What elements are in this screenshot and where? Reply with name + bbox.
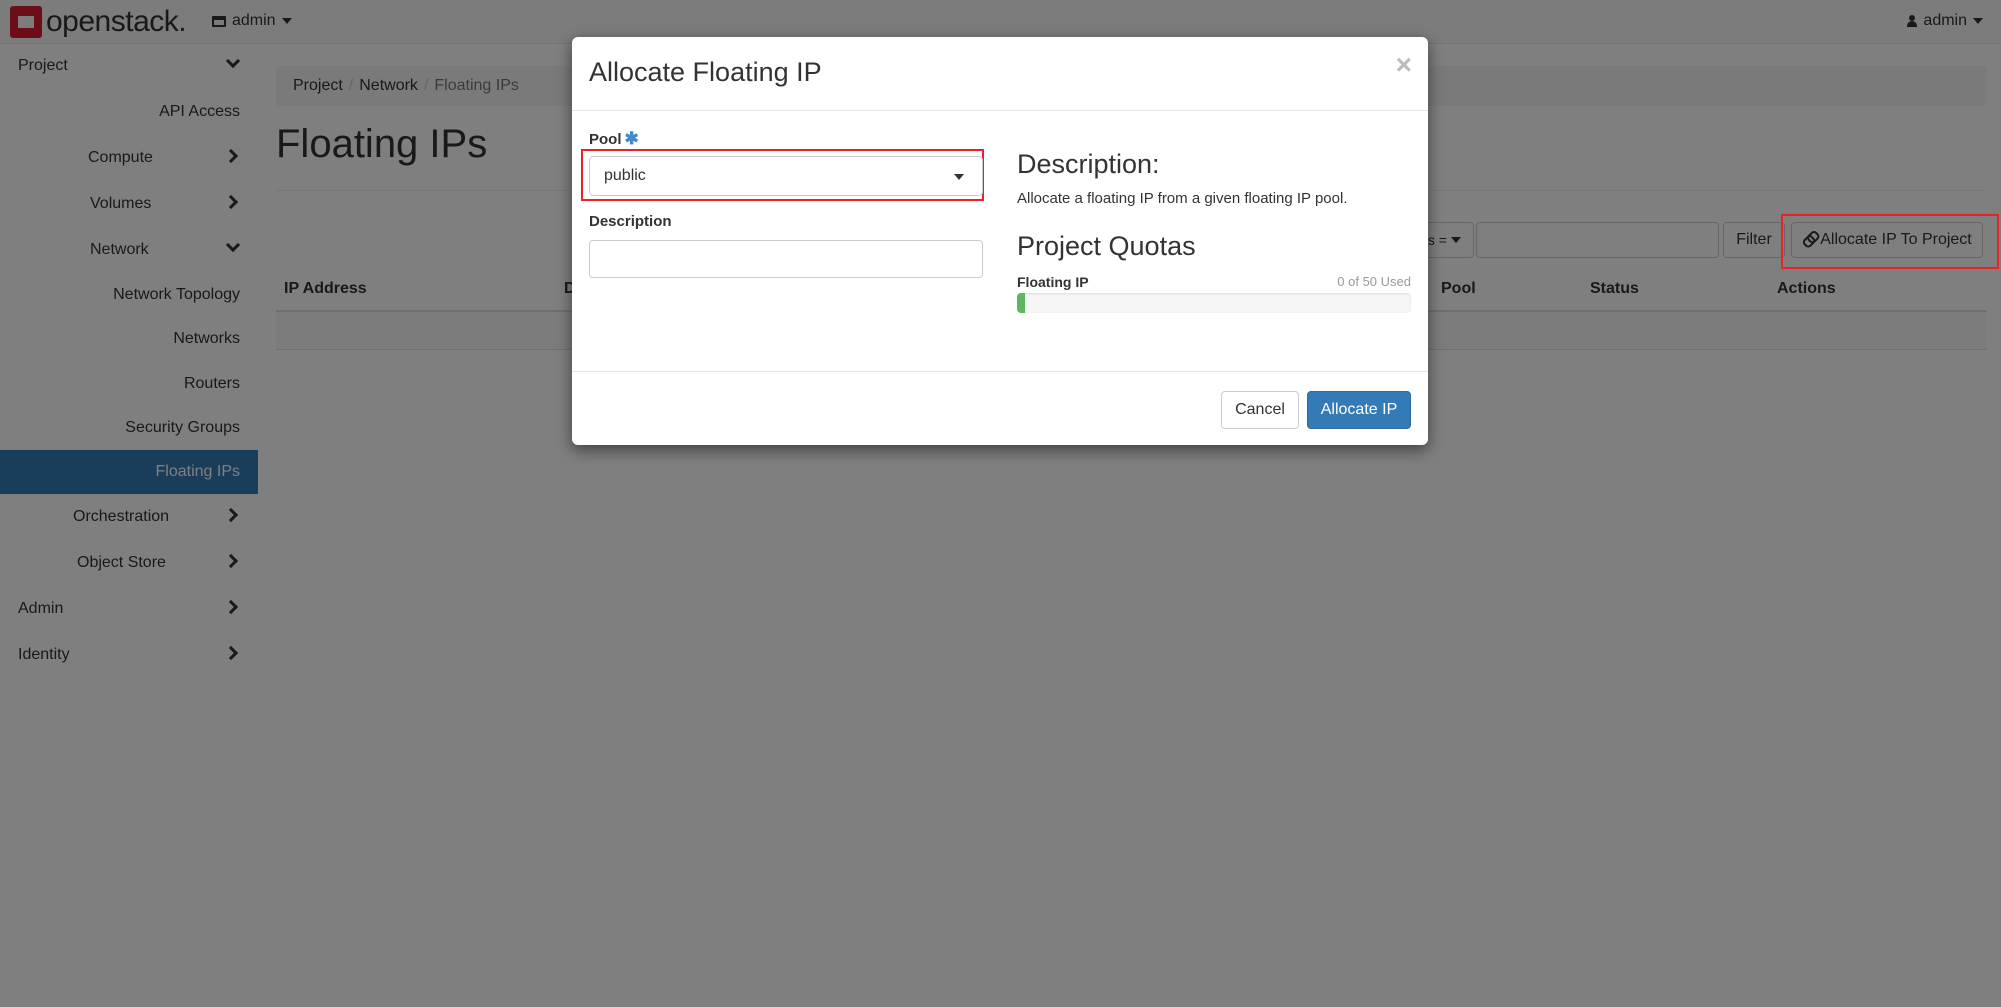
pool-select-value: public bbox=[604, 167, 646, 184]
allocate-ip-button[interactable]: Allocate IP bbox=[1307, 391, 1411, 429]
modal-header: Allocate Floating IP × bbox=[572, 37, 1428, 111]
quota-floating-ip-label: Floating IP bbox=[1017, 274, 1089, 290]
modal-title: Allocate Floating IP bbox=[589, 57, 822, 87]
modal-footer bbox=[572, 371, 1428, 445]
description-label: Description bbox=[589, 213, 672, 230]
close-icon[interactable]: × bbox=[1396, 51, 1412, 79]
description-help-text: Allocate a floating IP from a given floa… bbox=[1017, 190, 1348, 207]
project-quotas-heading: Project Quotas bbox=[1017, 231, 1196, 261]
highlight-allocate-button bbox=[1781, 214, 1999, 269]
quota-progress-fill bbox=[1017, 293, 1025, 313]
pool-select[interactable]: public bbox=[589, 156, 983, 196]
caret-down-icon bbox=[954, 174, 964, 180]
description-input[interactable] bbox=[589, 240, 983, 278]
quota-progress-bar bbox=[1017, 293, 1411, 313]
pool-label-text: Pool bbox=[589, 131, 622, 148]
cancel-button[interactable]: Cancel bbox=[1221, 391, 1299, 429]
allocate-floating-ip-modal: Allocate Floating IP × Pool ✱ public Desc… bbox=[572, 37, 1428, 445]
required-icon: ✱ bbox=[624, 129, 639, 148]
description-heading: Description: bbox=[1017, 149, 1160, 179]
quota-floating-ip-used: 0 of 50 Used bbox=[1337, 274, 1411, 289]
pool-label: Pool ✱ bbox=[589, 129, 639, 149]
